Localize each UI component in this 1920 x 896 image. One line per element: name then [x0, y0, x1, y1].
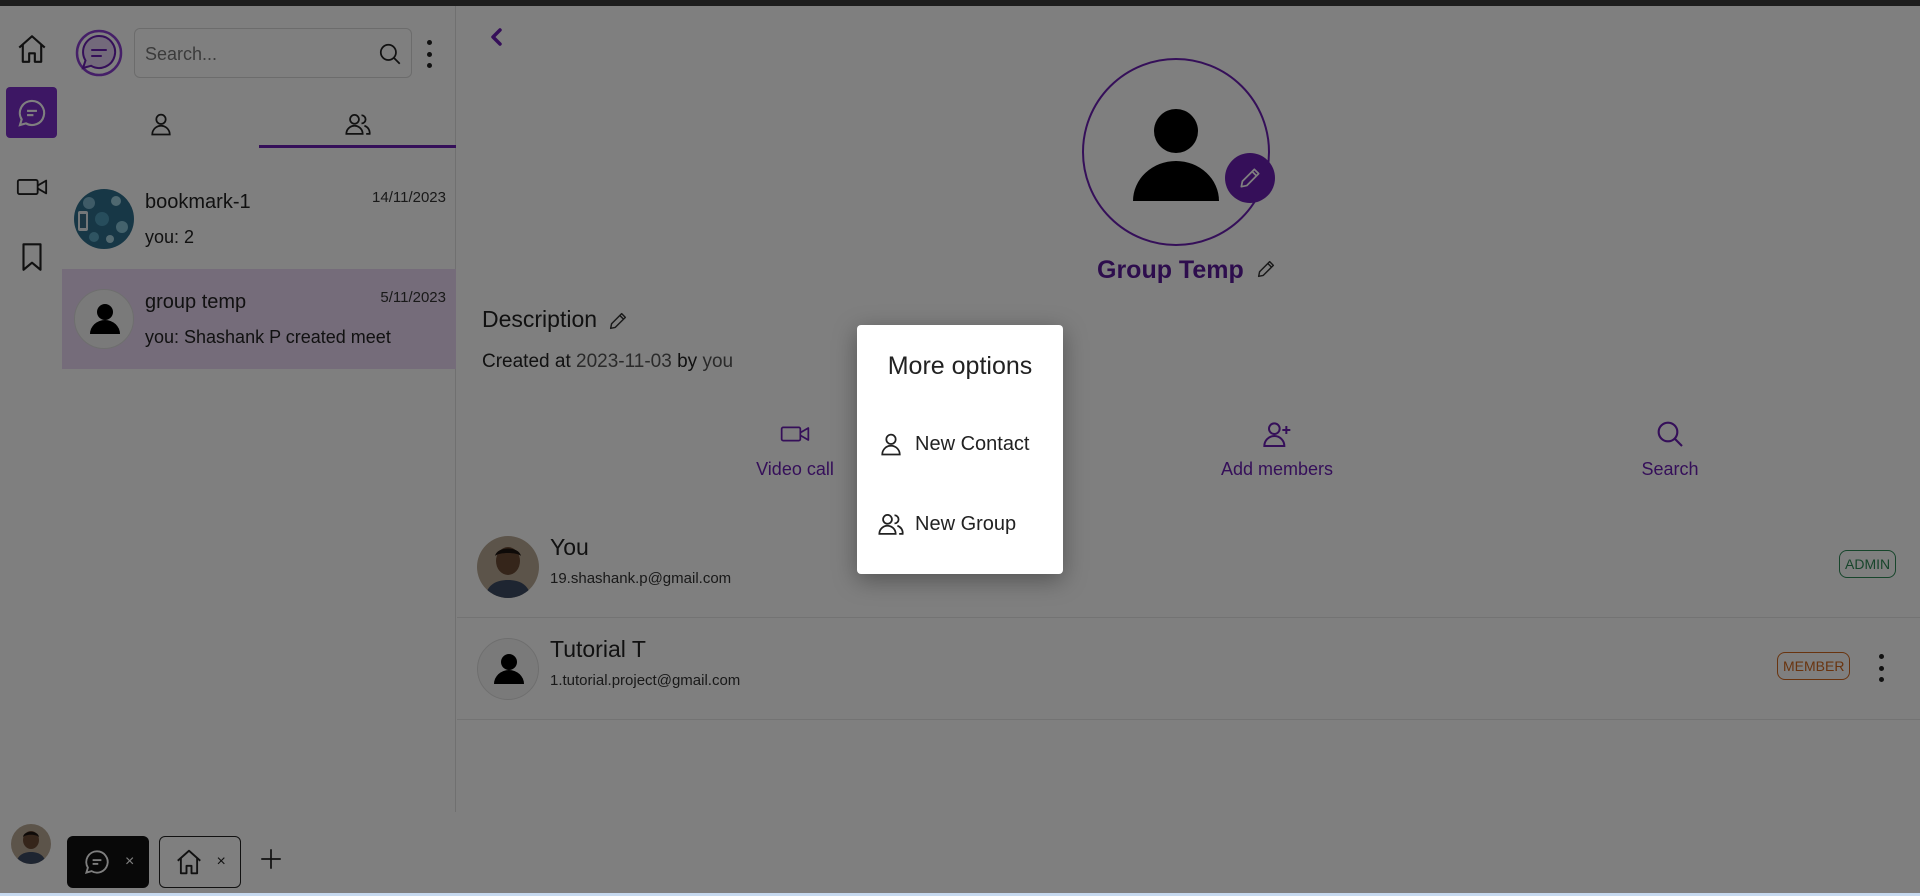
users-icon — [878, 514, 904, 535]
new-contact-label: New Contact — [915, 432, 1030, 455]
more-options-dialog: More options New Contact New Group — [857, 325, 1063, 574]
new-contact-option[interactable]: New Contact — [857, 418, 1063, 470]
dialog-title: More options — [887, 352, 1033, 380]
user-icon — [881, 433, 901, 456]
new-group-option[interactable]: New Group — [857, 498, 1063, 550]
new-group-label: New Group — [915, 512, 1017, 535]
